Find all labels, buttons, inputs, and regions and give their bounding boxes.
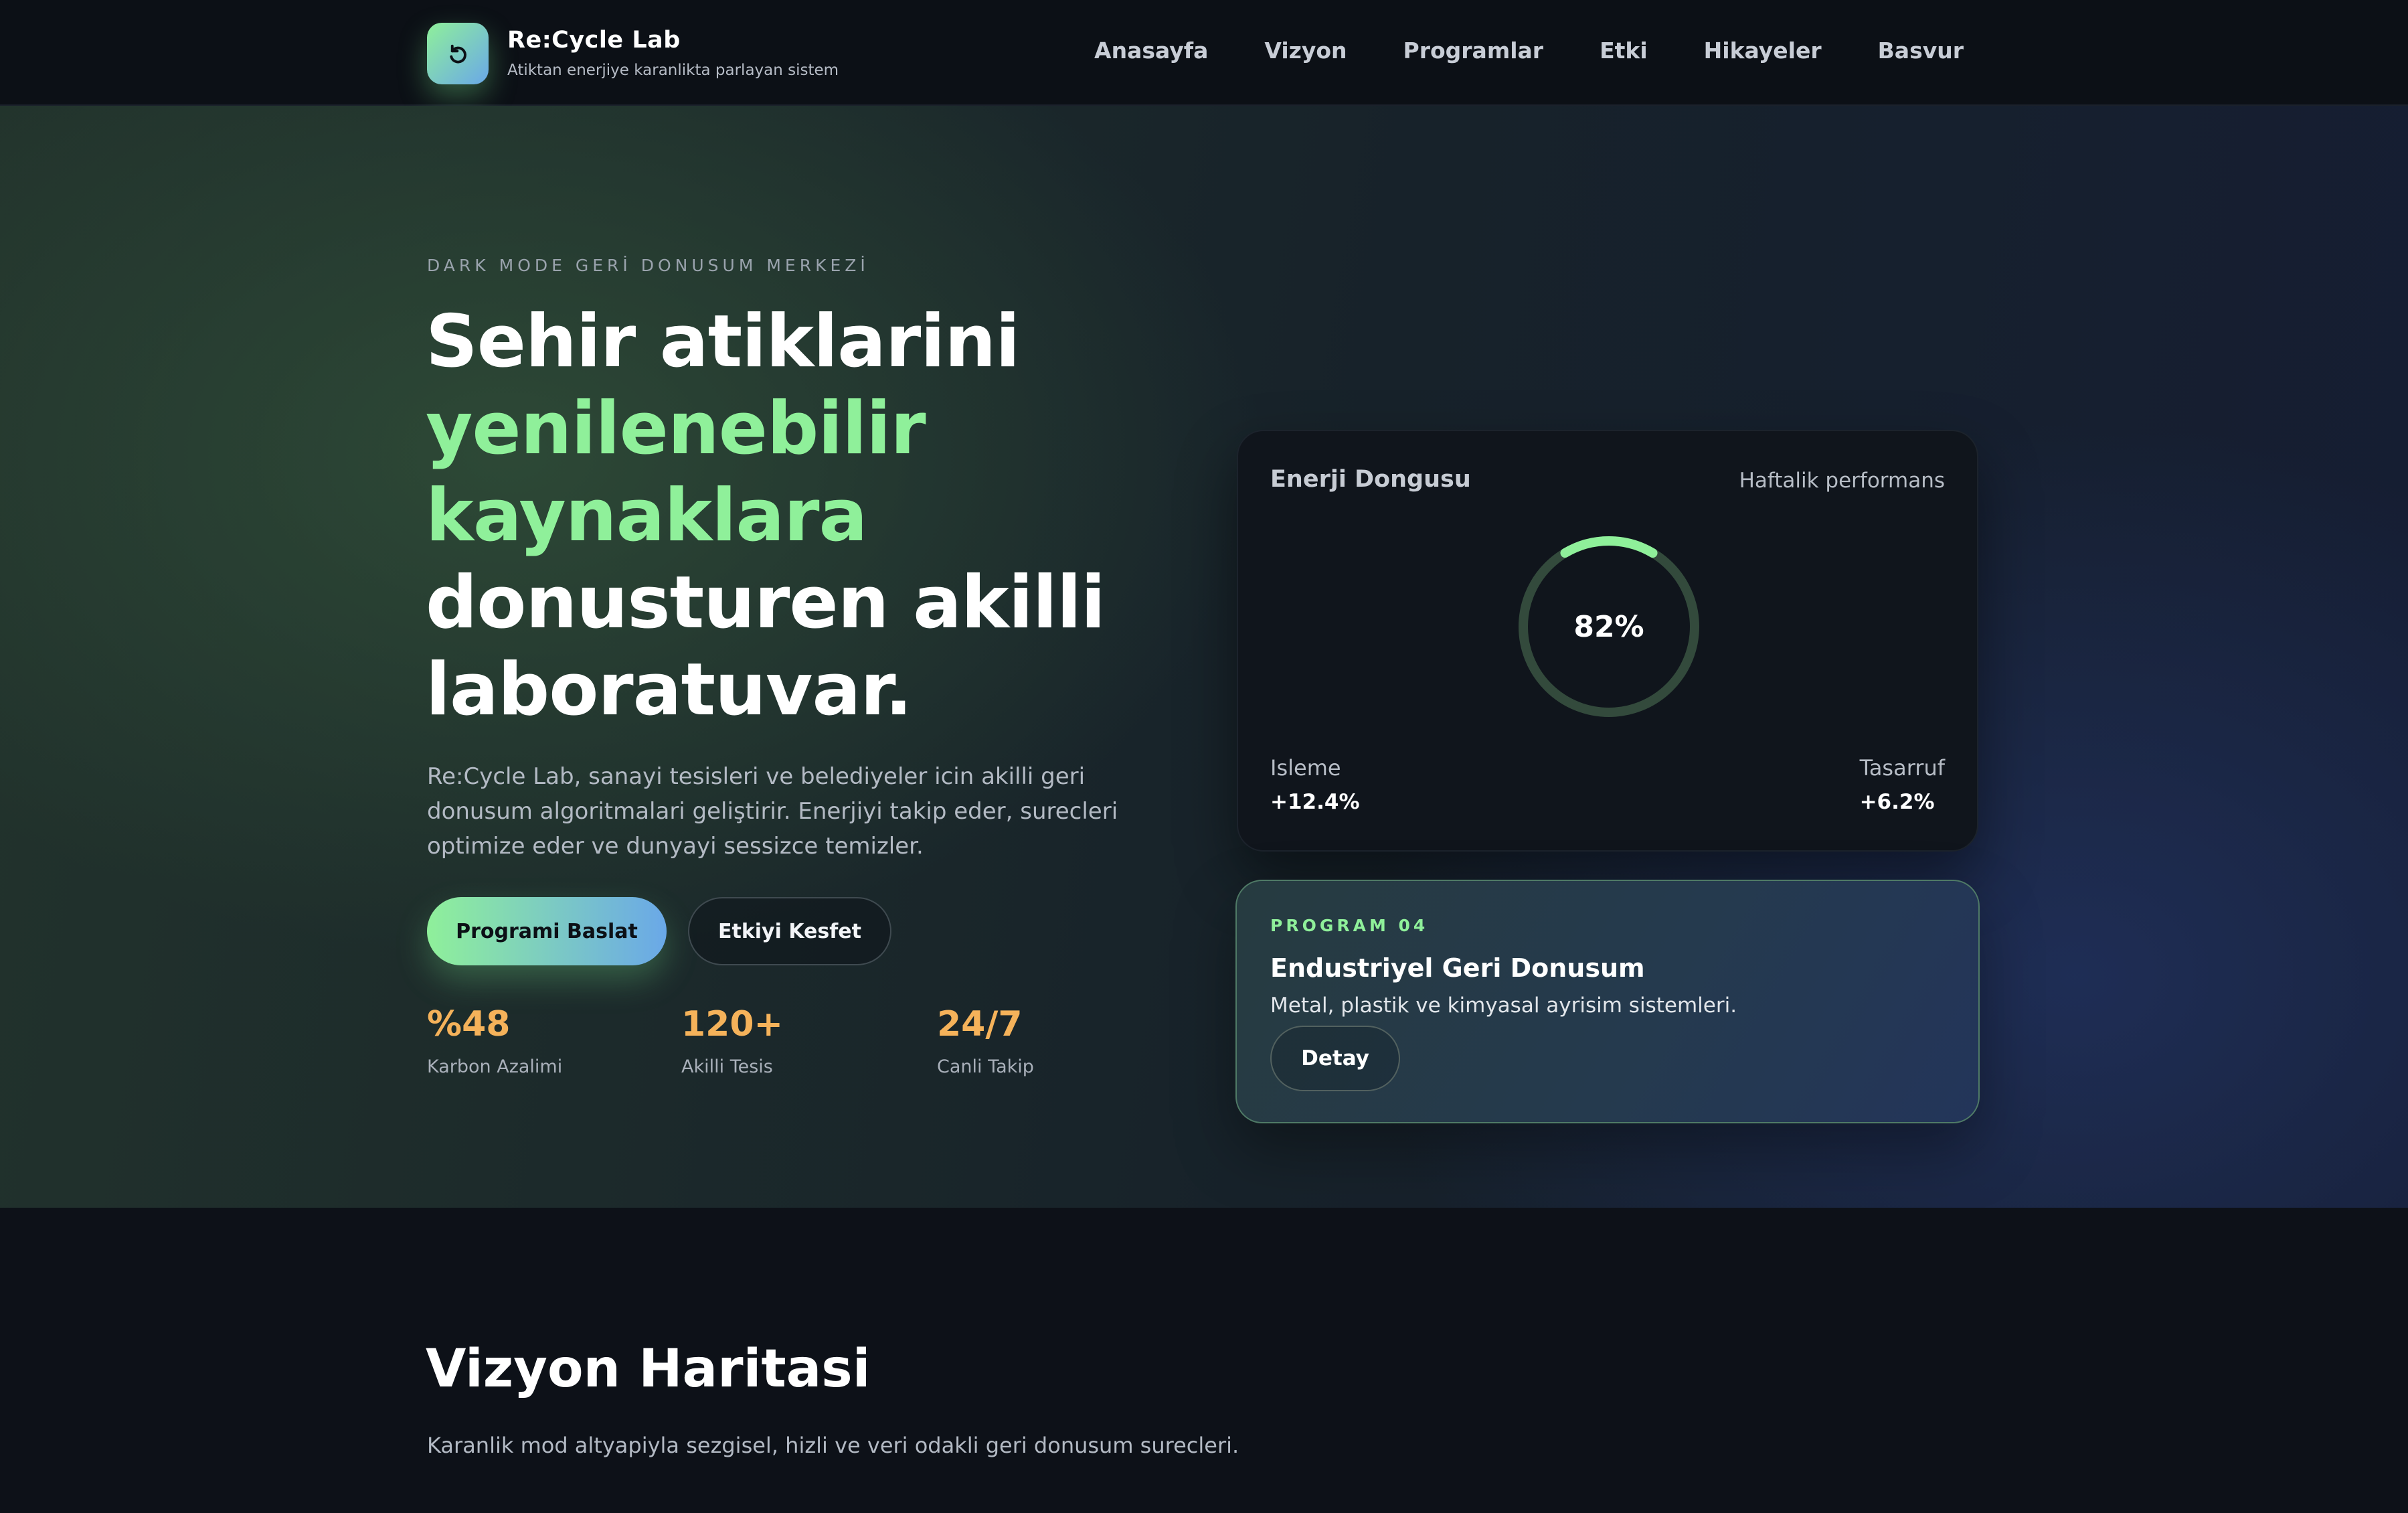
nav-link-etki[interactable]: Etki — [1600, 37, 1648, 64]
vision-section: Vizyon Haritasi Karanlik mod altyapiyla … — [0, 1208, 2408, 1513]
hero-lead: Re:Cycle Lab, sanayi tesisleri ve beledi… — [427, 763, 1118, 860]
brand-name[interactable]: Re:Cycle Lab — [507, 27, 681, 54]
program-card: PROGRAM 04 Endustriyel Geri Donusum Meta… — [1235, 880, 1980, 1123]
hero-headline: Sehir atiklarini yenilenebilir kaynaklar… — [426, 299, 1229, 734]
nav-link-basvur[interactable]: Basvur — [1878, 37, 1964, 64]
headline-line-2: yenilenebilir — [426, 387, 926, 471]
stat-label: Canli Takip — [937, 1056, 1034, 1077]
stat-live-tracking: 24/7 Canli Takip — [937, 1004, 1034, 1077]
savings-label: Tasarruf — [1859, 755, 1945, 781]
savings-stat: Tasarruf +6.2% — [1860, 755, 1945, 814]
gauge-value: 82% — [1573, 609, 1644, 644]
headline-line-4: donusturen akilli — [426, 561, 1106, 645]
processing-label: Isleme — [1270, 755, 1341, 781]
stat-facilities: 120+ Akilli Tesis — [681, 1004, 783, 1077]
brand-tagline: Atiktan enerjiye karanlikta parlayan sis… — [507, 62, 839, 79]
stat-value: %48 — [427, 1004, 511, 1044]
energy-card-title: Enerji Dongusu — [1270, 466, 1471, 493]
stat-carbon: %48 Karbon Azalimi — [427, 1004, 562, 1077]
stat-label: Karbon Azalimi — [427, 1056, 563, 1077]
program-detail-button[interactable]: Detay — [1270, 1026, 1400, 1091]
processing-value: +12.4% — [1270, 790, 1360, 814]
headline-line-1: Sehir atiklarini — [426, 300, 1020, 384]
energy-card-subtitle: Haftalik performans — [1739, 469, 1945, 493]
nav-link-anasayfa[interactable]: Anasayfa — [1094, 37, 1208, 64]
energy-cycle-card: Enerji Dongusu Haftalik performans 82% I… — [1237, 430, 1978, 852]
headline-line-5: laboratuvar. — [426, 648, 912, 732]
recycle-arrow-icon — [450, 44, 466, 64]
stat-value: 120+ — [681, 1004, 784, 1044]
top-navbar: Re:Cycle Lab Atiktan enerjiye karanlikta… — [0, 0, 2408, 106]
program-kicker: PROGRAM 04 — [1270, 916, 1429, 935]
vision-description: Karanlik mod altyapiyla sezgisel, hizli … — [427, 1433, 1239, 1458]
nav-link-vizyon[interactable]: Vizyon — [1264, 37, 1347, 64]
logo-tile[interactable] — [427, 23, 489, 84]
stat-label: Akilli Tesis — [681, 1056, 773, 1077]
nav-link-hikayeler[interactable]: Hikayeler — [1704, 37, 1822, 64]
program-title: Endustriyel Geri Donusum — [1270, 953, 1645, 983]
page: Re:Cycle Lab Atiktan enerjiye karanlikta… — [0, 0, 2408, 1513]
stat-value: 24/7 — [937, 1004, 1023, 1044]
start-program-button[interactable]: Programi Baslat — [427, 897, 667, 965]
hero-section: DARK MODE GERİ DONUSUM MERKEZİ Sehir ati… — [0, 106, 2408, 1208]
explore-impact-button[interactable]: Etkiyi Kesfet — [688, 897, 891, 965]
hero-kicker: DARK MODE GERİ DONUSUM MERKEZİ — [427, 256, 869, 275]
program-description: Metal, plastik ve kimyasal ayrisim siste… — [1270, 993, 1737, 1018]
processing-stat: Isleme +12.4% — [1270, 755, 1360, 814]
nav-links: Anasayfa Vizyon Programlar Etki Hikayele… — [1094, 37, 1964, 64]
vision-title: Vizyon Haritasi — [426, 1339, 871, 1399]
nav-link-programlar[interactable]: Programlar — [1403, 37, 1544, 64]
savings-value: +6.2% — [1859, 790, 1935, 814]
headline-line-3: kaynaklara — [426, 474, 867, 558]
